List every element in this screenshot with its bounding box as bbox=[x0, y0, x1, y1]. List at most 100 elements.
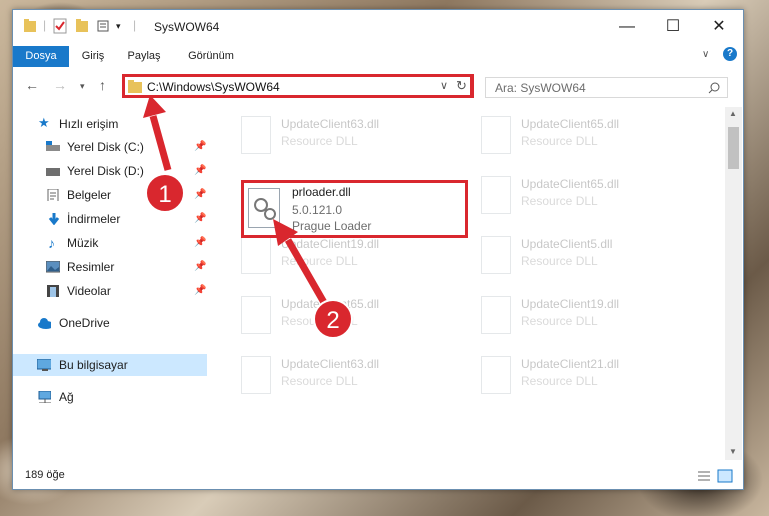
sidebar-item-label: İndirmeler bbox=[67, 212, 121, 226]
pin-icon[interactable]: 📌 bbox=[194, 232, 206, 254]
sidebar-item-label: Hızlı erişim bbox=[59, 117, 119, 131]
pictures-icon bbox=[46, 261, 60, 273]
sidebar-item-videos[interactable]: Videolar 📌 bbox=[13, 280, 207, 302]
explorer-window: | ▾ | SysWOW64 — ☐ ✕ Dosya Giriş Paylaş … bbox=[12, 9, 744, 490]
tab-share[interactable]: Paylaş bbox=[121, 46, 167, 67]
tab-home[interactable]: Giriş bbox=[75, 46, 111, 67]
tab-view[interactable]: Görünüm bbox=[181, 46, 241, 67]
dll-file-icon bbox=[481, 236, 511, 274]
vertical-scrollbar[interactable]: ▲ ▼ bbox=[725, 107, 742, 460]
details-view-icon[interactable] bbox=[697, 470, 711, 482]
up-icon[interactable]: ↑ bbox=[99, 77, 106, 93]
minimize-icon: — bbox=[619, 18, 635, 35]
forward-icon[interactable]: → bbox=[53, 77, 67, 93]
sidebar-item-downloads[interactable]: İndirmeler 📌 bbox=[13, 208, 207, 230]
file-description: Resource DLL bbox=[521, 374, 598, 388]
sidebar-item-network[interactable]: Ağ bbox=[13, 386, 207, 408]
videos-icon bbox=[47, 285, 59, 297]
item-count: 189 öğe bbox=[25, 469, 65, 481]
file-item[interactable]: UpdateClient19.dll Resource DLL bbox=[471, 292, 691, 340]
large-icons-view-icon[interactable] bbox=[717, 469, 733, 483]
recent-locations-icon[interactable]: ▾ bbox=[80, 81, 85, 92]
file-description: Resource DLL bbox=[521, 194, 598, 208]
address-dropdown-icon[interactable]: ∨ bbox=[440, 79, 448, 92]
highlighted-file-prloader[interactable]: prloader.dll 5.0.121.0 Prague Loader bbox=[241, 180, 468, 238]
scroll-down-icon[interactable]: ▼ bbox=[729, 447, 737, 456]
separator: | bbox=[133, 18, 137, 32]
dll-file-icon bbox=[481, 356, 511, 394]
dll-file-icon bbox=[481, 176, 511, 214]
help-icon[interactable]: ? bbox=[723, 47, 737, 61]
sidebar-item-onedrive[interactable]: OneDrive bbox=[13, 312, 207, 334]
dll-file-icon bbox=[241, 296, 271, 334]
pin-icon[interactable]: 📌 bbox=[194, 160, 206, 182]
address-bar[interactable]: C:\Windows\SysWOW64 ∨ bbox=[122, 74, 473, 98]
chevron-down-icon[interactable]: ▾ bbox=[116, 21, 121, 37]
back-icon[interactable]: ← bbox=[25, 77, 39, 93]
file-description: Resource DLL bbox=[281, 254, 358, 268]
dll-file-icon bbox=[241, 236, 271, 274]
sidebar-item-label: Ağ bbox=[59, 390, 74, 404]
minimize-button[interactable]: — bbox=[604, 10, 650, 43]
new-folder-icon[interactable] bbox=[75, 18, 89, 34]
sidebar-item-label: Belgeler bbox=[67, 188, 112, 202]
documents-icon bbox=[47, 189, 59, 201]
pin-icon[interactable]: 📌 bbox=[194, 208, 206, 230]
status-bar: 189 öğe bbox=[13, 465, 743, 489]
sidebar-item-this-pc[interactable]: Bu bilgisayar bbox=[13, 354, 207, 376]
customize-icon[interactable] bbox=[97, 18, 113, 34]
file-name: UpdateClient65.dll bbox=[521, 177, 620, 191]
file-item[interactable]: UpdateClient65.dll Resource DLL bbox=[471, 172, 691, 220]
step-badge-2: 2 bbox=[313, 299, 353, 339]
file-name: UpdateClient5.dll bbox=[521, 237, 613, 251]
file-description: Resource DLL bbox=[281, 134, 358, 148]
scrollbar-thumb[interactable] bbox=[728, 127, 739, 169]
maximize-icon: ☐ bbox=[665, 18, 681, 35]
sidebar-item-pictures[interactable]: Resimler 📌 bbox=[13, 256, 207, 278]
sidebar-item-label: Yerel Disk (C:) bbox=[67, 140, 144, 154]
cloud-icon bbox=[38, 318, 51, 329]
properties-icon[interactable] bbox=[53, 18, 67, 34]
pin-icon[interactable]: 📌 bbox=[194, 280, 206, 302]
sidebar-item-music[interactable]: ♪ Müzik 📌 bbox=[13, 232, 207, 254]
sidebar-item-label: Videolar bbox=[67, 284, 111, 298]
maximize-button[interactable]: ☐ bbox=[650, 10, 696, 43]
file-description: Resource DLL bbox=[281, 374, 358, 388]
drive-icon bbox=[46, 141, 60, 151]
music-icon: ♪ bbox=[48, 235, 55, 251]
ribbon: Dosya Giriş Paylaş Görünüm ∨ ? bbox=[13, 43, 743, 67]
file-name: UpdateClient21.dll bbox=[521, 357, 620, 371]
downloads-icon bbox=[48, 213, 60, 225]
tab-file[interactable]: Dosya bbox=[13, 46, 69, 67]
search-box[interactable]: Ara: SysWOW64 bbox=[485, 77, 728, 98]
file-item[interactable]: UpdateClient5.dll Resource DLL bbox=[471, 232, 691, 280]
sidebar-item-local-disk-c[interactable]: Yerel Disk (C:) 📌 bbox=[13, 136, 207, 158]
star-icon: ★ bbox=[38, 115, 50, 130]
network-icon bbox=[38, 391, 51, 403]
file-list: UpdateClient63.dll Resource DLL UpdateCl… bbox=[221, 108, 729, 460]
pin-icon[interactable]: 📌 bbox=[194, 256, 206, 278]
file-name: UpdateClient63.dll bbox=[281, 117, 380, 131]
file-item[interactable]: UpdateClient65.dll Resource DLL bbox=[471, 112, 691, 160]
sidebar-item-quick-access[interactable]: ★ Hızlı erişim bbox=[13, 113, 207, 135]
sidebar-item-label: OneDrive bbox=[59, 316, 110, 330]
file-item[interactable]: UpdateClient63.dll Resource DLL bbox=[231, 352, 451, 400]
refresh-button[interactable]: ↻ bbox=[452, 74, 474, 98]
file-item[interactable]: UpdateClient19.dll Resource DLL bbox=[231, 232, 451, 280]
dll-file-icon bbox=[241, 116, 271, 154]
pin-icon[interactable]: 📌 bbox=[194, 136, 206, 158]
address-path: C:\Windows\SysWOW64 bbox=[147, 80, 280, 94]
step-badge-1: 1 bbox=[145, 173, 185, 213]
file-description: Resource DLL bbox=[521, 254, 598, 268]
expand-ribbon-icon[interactable]: ∨ bbox=[702, 49, 709, 60]
sidebar-item-label: Bu bilgisayar bbox=[59, 358, 128, 372]
scroll-up-icon[interactable]: ▲ bbox=[729, 109, 737, 118]
close-button[interactable]: ✕ bbox=[696, 10, 742, 43]
folder-icon bbox=[128, 80, 142, 93]
file-name: UpdateClient19.dll bbox=[521, 297, 620, 311]
separator: | bbox=[43, 18, 47, 32]
pin-icon[interactable]: 📌 bbox=[194, 184, 206, 206]
file-item[interactable]: UpdateClient63.dll Resource DLL bbox=[231, 112, 451, 160]
file-item[interactable]: UpdateClient21.dll Resource DLL bbox=[471, 352, 691, 400]
refresh-icon: ↻ bbox=[456, 78, 467, 93]
